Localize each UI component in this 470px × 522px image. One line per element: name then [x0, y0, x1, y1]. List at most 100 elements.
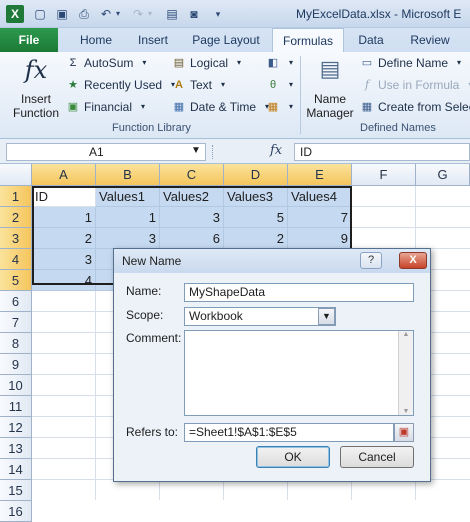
- row-header[interactable]: 2: [0, 207, 32, 228]
- row-header[interactable]: 6: [0, 291, 32, 312]
- cell-c1[interactable]: Values2: [160, 186, 224, 207]
- redo-dropdown-icon[interactable]: ▾: [146, 6, 154, 22]
- cell-e3[interactable]: 9: [288, 228, 352, 249]
- row-header[interactable]: 4: [0, 249, 32, 270]
- insert-function-fx-icon[interactable]: fx: [270, 143, 282, 158]
- financial-button[interactable]: ▣ Financial ▾: [66, 100, 150, 114]
- column-header-b[interactable]: B: [96, 164, 160, 186]
- cell-e1[interactable]: Values4: [288, 186, 352, 207]
- cell-a2[interactable]: 1: [32, 207, 96, 228]
- cell-a4[interactable]: 3: [32, 249, 96, 270]
- print-preview-icon[interactable]: ⎙: [76, 6, 92, 22]
- row-header[interactable]: 14: [0, 459, 32, 480]
- new-document-icon[interactable]: ▢: [32, 6, 48, 22]
- scroll-up-icon[interactable]: ▲: [399, 331, 413, 338]
- cell-c2[interactable]: 3: [160, 207, 224, 228]
- column-header-a[interactable]: A: [32, 164, 96, 186]
- column-header-c[interactable]: C: [160, 164, 224, 186]
- collapse-dialog-icon[interactable]: ▣: [394, 423, 414, 442]
- comment-scrollbar[interactable]: ▲ ▼: [398, 331, 413, 415]
- date-time-button[interactable]: ▦ Date & Time ▾: [172, 100, 274, 114]
- row-header[interactable]: 7: [0, 312, 32, 333]
- create-from-selection-button[interactable]: ▦ Create from Select: [360, 100, 470, 114]
- row-header[interactable]: 16: [0, 501, 32, 522]
- cell-b1[interactable]: Values1: [96, 186, 160, 207]
- chevron-down-icon: ▾: [463, 78, 470, 92]
- name-manager-icon[interactable]: ▤: [312, 56, 348, 86]
- tab-page-layout[interactable]: Page Layout: [184, 28, 268, 52]
- row-header[interactable]: 10: [0, 375, 32, 396]
- cell-d1[interactable]: Values3: [224, 186, 288, 207]
- math-trig-button[interactable]: θ ▾: [266, 78, 298, 92]
- row-header[interactable]: 8: [0, 333, 32, 354]
- formula-bar-splitter[interactable]: [212, 145, 214, 159]
- undo-icon[interactable]: ↶: [98, 6, 114, 22]
- scroll-down-icon[interactable]: ▼: [399, 408, 413, 415]
- cell-a3[interactable]: 2: [32, 228, 96, 249]
- scope-select[interactable]: Workbook: [184, 307, 336, 326]
- cell-d3[interactable]: 2: [224, 228, 288, 249]
- define-name-button[interactable]: ▭ Define Name ▾: [360, 56, 466, 70]
- tab-review[interactable]: Review: [400, 28, 460, 52]
- name-box[interactable]: A1 ▼: [6, 143, 206, 161]
- name-input[interactable]: MyShapeData: [184, 283, 414, 302]
- autosum-button[interactable]: Σ AutoSum ▾: [66, 56, 151, 70]
- tab-file[interactable]: File: [0, 28, 58, 52]
- row-header[interactable]: 15: [0, 480, 32, 501]
- camera-icon[interactable]: ◙: [186, 6, 202, 22]
- cancel-button[interactable]: Cancel: [340, 446, 414, 468]
- cell-a5[interactable]: 4: [32, 270, 96, 291]
- financial-label: Financial: [84, 100, 133, 114]
- comment-textarea[interactable]: [184, 330, 414, 416]
- tab-insert[interactable]: Insert: [128, 28, 178, 52]
- column-header-g[interactable]: G: [416, 164, 470, 186]
- cell-b2[interactable]: 1: [96, 207, 160, 228]
- name-manager-button[interactable]: Name Manager: [304, 92, 356, 120]
- form-icon[interactable]: ▤: [164, 6, 180, 22]
- chevron-down-icon[interactable]: ▼: [191, 145, 201, 156]
- column-header-f[interactable]: F: [352, 164, 416, 186]
- more-functions-button[interactable]: ▦ ▾: [266, 100, 298, 114]
- redo-icon[interactable]: ↷: [130, 6, 146, 22]
- row-header[interactable]: 1: [0, 186, 32, 207]
- ok-button[interactable]: OK: [256, 446, 330, 468]
- column-header-d[interactable]: D: [224, 164, 288, 186]
- select-all-corner[interactable]: [0, 164, 32, 186]
- text-label: Text: [190, 78, 213, 92]
- save-icon[interactable]: ▣: [54, 6, 70, 22]
- cell-a1[interactable]: ID: [32, 186, 96, 207]
- cell-b3[interactable]: 3: [96, 228, 160, 249]
- undo-dropdown-icon[interactable]: ▾: [114, 6, 122, 22]
- cell-c3[interactable]: 6: [160, 228, 224, 249]
- close-button[interactable]: X: [399, 252, 427, 269]
- row-header[interactable]: 11: [0, 396, 32, 417]
- recently-used-button[interactable]: ★ Recently Used ▾: [66, 78, 180, 92]
- tab-home[interactable]: Home: [68, 28, 124, 52]
- use-in-formula-button[interactable]: f Use in Formula ▾: [360, 78, 470, 92]
- text-button[interactable]: A Text ▾: [172, 78, 230, 92]
- cell-d2[interactable]: 5: [224, 207, 288, 228]
- tab-data[interactable]: Data: [346, 28, 396, 52]
- logical-button[interactable]: ▤ Logical ▾: [172, 56, 246, 70]
- row-header[interactable]: 3: [0, 228, 32, 249]
- define-name-label: Define Name: [378, 56, 449, 70]
- insert-function-button[interactable]: Insert Function: [8, 92, 64, 120]
- column-header-e[interactable]: E: [288, 164, 352, 186]
- row-header[interactable]: 13: [0, 438, 32, 459]
- chevron-down-icon: ▾: [237, 58, 242, 67]
- cell-e2[interactable]: 7: [288, 207, 352, 228]
- row-header[interactable]: 12: [0, 417, 32, 438]
- lookup-reference-button[interactable]: ◧ ▾: [266, 56, 298, 70]
- row-header[interactable]: 9: [0, 354, 32, 375]
- insert-function-icon[interactable]: fx: [20, 56, 52, 88]
- excel-app-icon[interactable]: X: [6, 5, 24, 23]
- tab-formulas[interactable]: Formulas: [272, 28, 344, 53]
- formula-input[interactable]: ID: [294, 143, 470, 161]
- autosum-label: AutoSum: [84, 56, 134, 70]
- refers-to-input[interactable]: =Sheet1!$A$1:$E$5: [184, 423, 394, 442]
- customize-qat-icon[interactable]: ▾: [210, 6, 226, 22]
- row-header[interactable]: 5: [0, 270, 32, 291]
- chevron-down-icon[interactable]: ▼: [318, 308, 335, 325]
- help-button[interactable]: ?: [360, 252, 382, 269]
- use-in-formula-label: Use in Formula: [378, 78, 460, 92]
